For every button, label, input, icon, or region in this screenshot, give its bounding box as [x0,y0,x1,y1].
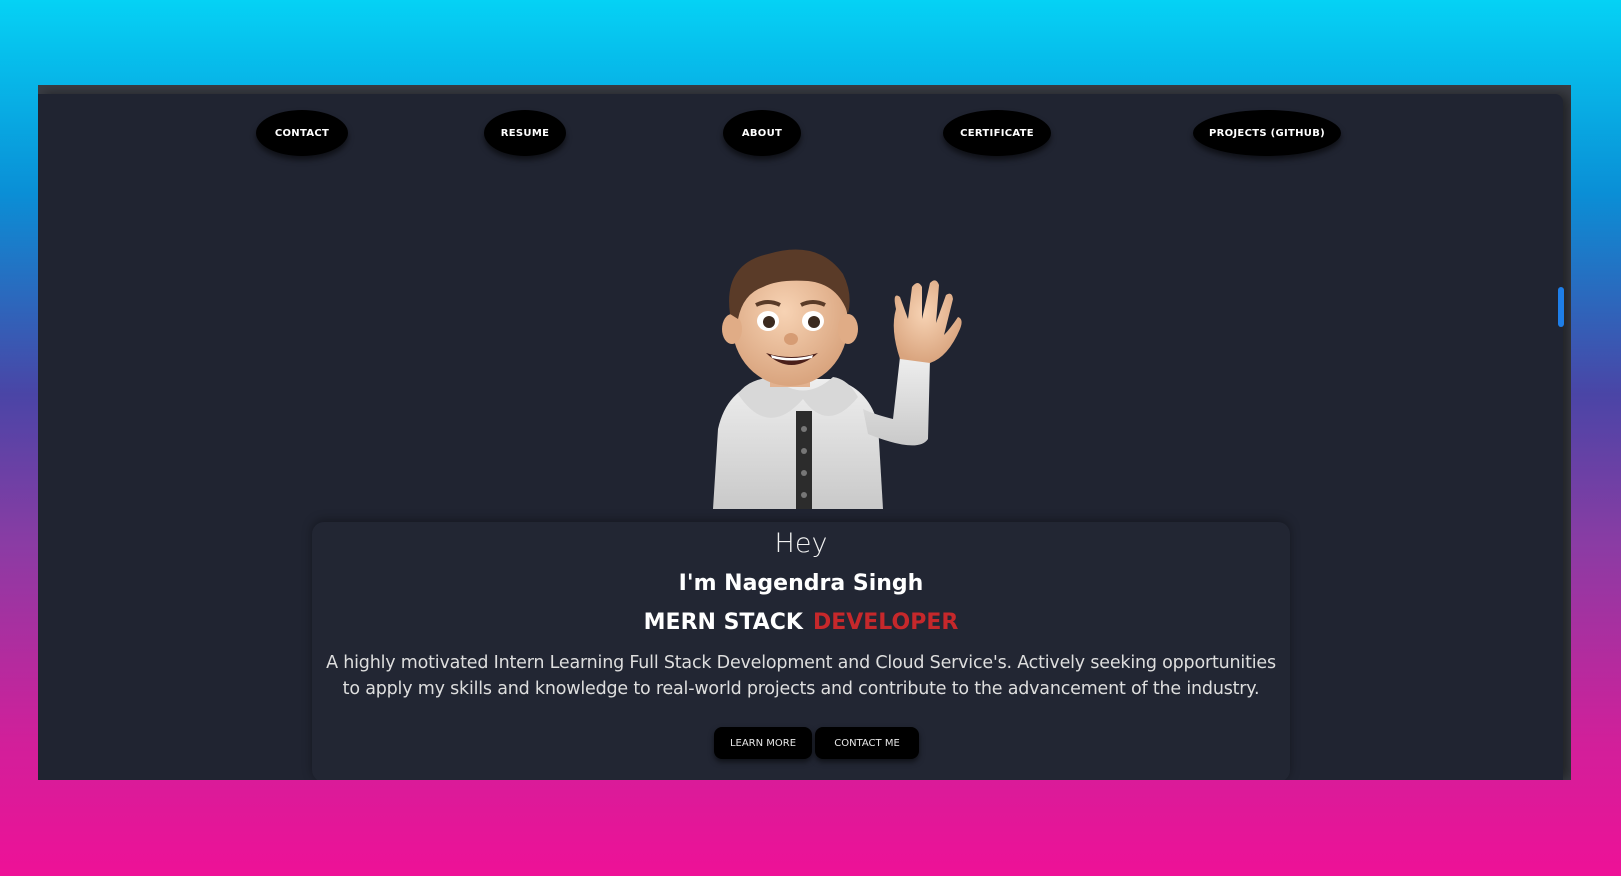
browser-window: CONTACT RESUME ABOUT CERTIFICATE PROJECT… [38,85,1571,780]
role-heading: MERN STACK DEVELOPER [312,610,1290,635]
nav-contact-button[interactable]: CONTACT [256,110,348,156]
intro-description: A highly motivated Intern Learning Full … [312,650,1290,702]
role-accent-text: DEVELOPER [812,610,959,635]
contact-me-button[interactable]: CONTACT ME [815,727,919,759]
role-main-text: MERN STACK [643,610,803,635]
nav-resume-button[interactable]: RESUME [484,110,566,156]
scroll-indicator[interactable] [1558,287,1564,327]
description-line: A highly motivated Intern Learning Full … [326,653,1276,673]
memoji-waving-avatar-icon [713,249,962,509]
nav-certificate-button[interactable]: CERTIFICATE [943,110,1051,156]
learn-more-button[interactable]: LEARN MORE [714,727,812,759]
portfolio-page: CONTACT RESUME ABOUT CERTIFICATE PROJECT… [38,94,1564,780]
greeting-text: Hey [774,528,828,559]
name-heading: I'm Nagendra Singh [678,571,924,596]
description-line: to apply my skills and knowledge to real… [342,679,1260,699]
nav-about-button[interactable]: ABOUT [723,110,801,156]
intro-card: Hey I'm Nagendra Singh MERN STACK DEVELOP… [312,522,1290,780]
nav-projects-github-button[interactable]: PROJECTS (GITHUB) [1193,110,1341,156]
